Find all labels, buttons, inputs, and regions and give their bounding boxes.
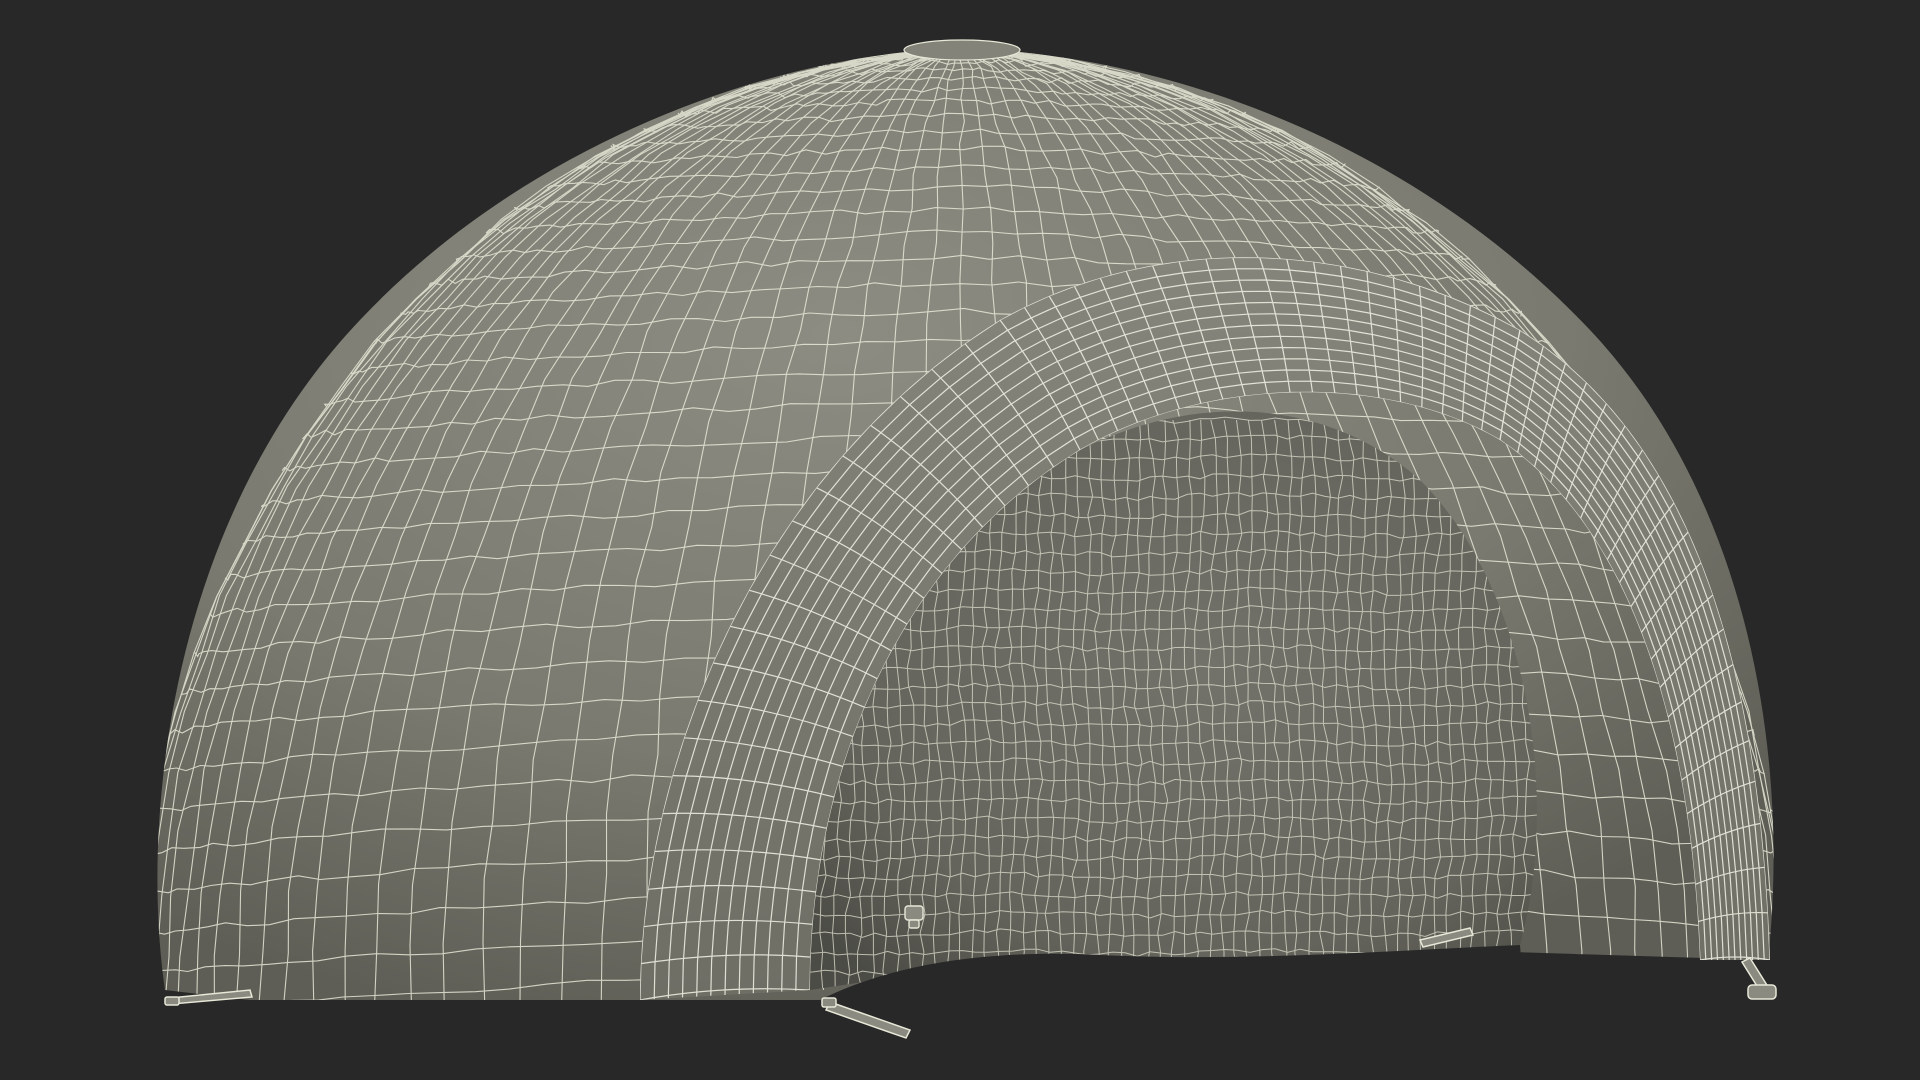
render-viewport: [0, 0, 1920, 1080]
dome-tent-render: [0, 39, 1920, 1080]
zipper-pull-icon: [1740, 957, 1777, 1000]
ground-background: [0, 1000, 1920, 1080]
dome-top-cap: [903, 39, 1021, 61]
